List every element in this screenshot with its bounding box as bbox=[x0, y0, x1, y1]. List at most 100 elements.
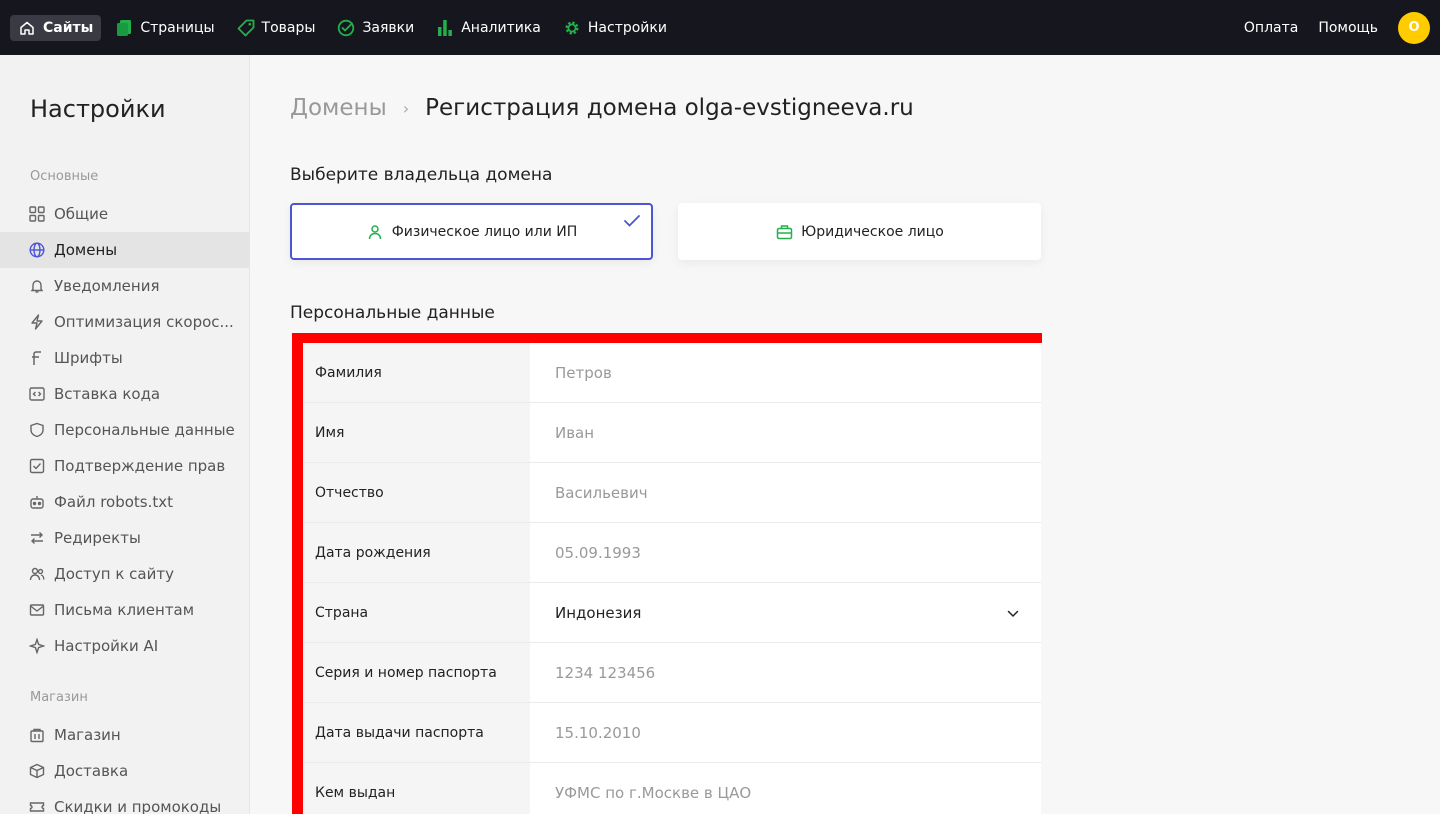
gear-icon bbox=[563, 19, 581, 37]
patronymic-input[interactable]: Васильевич bbox=[530, 463, 1041, 522]
surname-input[interactable]: Петров bbox=[530, 343, 1041, 402]
sidebar-item-label: Настройки AI bbox=[54, 637, 159, 655]
sidebar-item-site-access[interactable]: Доступ к сайту bbox=[0, 556, 249, 592]
sidebar-item-label: Письма клиентам bbox=[54, 601, 195, 619]
passport-number-input[interactable]: 1234 123456 bbox=[530, 643, 1041, 702]
breadcrumb-domains-link[interactable]: Домены bbox=[290, 95, 387, 121]
nav-products-label: Товары bbox=[261, 19, 316, 36]
field-label: Дата рождения bbox=[303, 523, 530, 582]
sidebar-item-label: Доступ к сайту bbox=[54, 565, 174, 583]
field-label: Дата выдачи паспорта bbox=[303, 703, 530, 762]
sidebar-item-discounts[interactable]: Скидки и промокоды bbox=[0, 789, 249, 814]
owner-individual-label: Физическое лицо или ИП bbox=[391, 223, 578, 240]
sidebar-group-shop: Магазин bbox=[30, 690, 88, 705]
field-label: Фамилия bbox=[303, 343, 530, 402]
sidebar-item-label: Файл robots.txt bbox=[54, 493, 174, 511]
requests-icon bbox=[337, 19, 355, 37]
field-row-passport-date: Дата выдачи паспорта 15.10.2010 bbox=[303, 703, 1041, 763]
nav-analytics[interactable]: Аналитика bbox=[428, 15, 549, 41]
store-icon bbox=[28, 726, 46, 744]
sidebar-item-client-letters[interactable]: Письма клиентам bbox=[0, 592, 249, 628]
tag-icon bbox=[237, 19, 255, 37]
code-icon bbox=[28, 385, 46, 403]
lightning-icon bbox=[28, 313, 46, 331]
shield-icon bbox=[28, 421, 46, 439]
breadcrumb: Домены › Регистрация домена olga-evstign… bbox=[290, 95, 914, 121]
sidebar-item-rights-confirmation[interactable]: Подтверждение прав bbox=[0, 448, 249, 484]
field-row-issued-by: Кем выдан УФМС по г.Москве в ЦАО bbox=[303, 763, 1041, 814]
chevron-right-icon: › bbox=[402, 98, 410, 118]
field-label: Имя bbox=[303, 403, 530, 462]
analytics-icon bbox=[436, 19, 454, 37]
sidebar-item-label: Скидки и промокоды bbox=[54, 798, 222, 814]
passport-date-input[interactable]: 15.10.2010 bbox=[530, 703, 1041, 762]
box-icon bbox=[28, 762, 46, 780]
sidebar-group-main: Основные bbox=[30, 169, 99, 184]
ai-icon bbox=[28, 637, 46, 655]
sidebar-item-personal-data[interactable]: Персональные данные bbox=[0, 412, 249, 448]
nav-settings[interactable]: Настройки bbox=[555, 15, 675, 41]
owner-heading: Выберите владельца домена bbox=[290, 165, 553, 185]
field-row-country: Страна Индонезия bbox=[303, 583, 1041, 643]
person-icon bbox=[366, 223, 384, 241]
nav-requests[interactable]: Заявки bbox=[329, 15, 422, 41]
field-row-patronymic: Отчество Васильевич bbox=[303, 463, 1041, 523]
sidebar-item-code-insert[interactable]: Вставка кода bbox=[0, 376, 249, 412]
country-select[interactable]: Индонезия bbox=[530, 583, 1041, 642]
users-icon bbox=[28, 565, 46, 583]
sidebar-item-redirects[interactable]: Редиректы bbox=[0, 520, 249, 556]
sidebar-item-delivery[interactable]: Доставка bbox=[0, 753, 249, 789]
nav-requests-label: Заявки bbox=[362, 19, 415, 36]
personal-data-form-area: Фамилия Петров Имя Иван Отчество Василье… bbox=[290, 333, 1042, 814]
owner-company-label: Юридическое лицо bbox=[801, 223, 944, 240]
nav-settings-label: Настройки bbox=[587, 19, 667, 36]
sidebar-title: Настройки bbox=[30, 95, 166, 123]
birthdate-input[interactable]: 05.09.1993 bbox=[530, 523, 1041, 582]
field-row-passport-number: Серия и номер паспорта 1234 123456 bbox=[303, 643, 1041, 703]
avatar[interactable]: O bbox=[1398, 11, 1430, 44]
sidebar-item-robots[interactable]: Файл robots.txt bbox=[0, 484, 249, 520]
issued-by-input[interactable]: УФМС по г.Москве в ЦАО bbox=[530, 763, 1041, 814]
sidebar-item-label: Доставка bbox=[54, 762, 129, 780]
country-select-value: Индонезия bbox=[555, 603, 642, 622]
mail-icon bbox=[28, 601, 46, 619]
sidebar-item-label: Домены bbox=[54, 241, 118, 259]
nav-analytics-label: Аналитика bbox=[461, 19, 541, 36]
bell-icon bbox=[28, 277, 46, 295]
sidebar-item-speed-optimization[interactable]: Оптимизация скорос... bbox=[0, 304, 249, 340]
sidebar-item-shop[interactable]: Магазин bbox=[0, 717, 249, 753]
nav-sites-label: Сайты bbox=[43, 19, 94, 36]
ticket-icon bbox=[28, 798, 46, 814]
sidebar-item-general[interactable]: Общие bbox=[0, 196, 249, 232]
briefcase-icon bbox=[775, 223, 793, 241]
personal-data-heading: Персональные данные bbox=[290, 303, 495, 323]
page-title: Регистрация домена olga-evstigneeva.ru bbox=[425, 95, 914, 121]
sidebar-item-label: Шрифты bbox=[54, 349, 123, 367]
sidebar-item-label: Уведомления bbox=[54, 277, 160, 295]
sidebar-item-label: Вставка кода bbox=[54, 385, 161, 403]
owner-company-option[interactable]: Юридическое лицо bbox=[678, 203, 1041, 260]
checkmark-icon bbox=[623, 214, 641, 232]
field-label: Кем выдан bbox=[303, 763, 530, 814]
nav-pages[interactable]: Страницы bbox=[107, 15, 222, 41]
payment-link[interactable]: Оплата bbox=[1244, 20, 1298, 36]
chevron-down-icon bbox=[1007, 604, 1019, 622]
sidebar-item-domains[interactable]: Домены bbox=[0, 232, 249, 268]
personal-data-form: Фамилия Петров Имя Иван Отчество Василье… bbox=[303, 343, 1041, 814]
field-label: Серия и номер паспорта bbox=[303, 643, 530, 702]
nav-sites[interactable]: Сайты bbox=[10, 14, 102, 41]
grid-icon bbox=[28, 205, 46, 223]
name-input[interactable]: Иван bbox=[530, 403, 1041, 462]
nav-products[interactable]: Товары bbox=[229, 15, 324, 41]
sidebar-item-ai-settings[interactable]: Настройки AI bbox=[0, 628, 249, 664]
sidebar-item-label: Оптимизация скорос... bbox=[54, 313, 234, 331]
field-row-name: Имя Иван bbox=[303, 403, 1041, 463]
pages-icon bbox=[115, 19, 133, 37]
help-link[interactable]: Помощь bbox=[1318, 20, 1378, 36]
sidebar-item-label: Персональные данные bbox=[54, 421, 235, 439]
owner-individual-option[interactable]: Физическое лицо или ИП bbox=[290, 203, 653, 260]
sidebar-item-notifications[interactable]: Уведомления bbox=[0, 268, 249, 304]
sidebar-item-label: Магазин bbox=[54, 726, 121, 744]
field-row-birthdate: Дата рождения 05.09.1993 bbox=[303, 523, 1041, 583]
sidebar-item-fonts[interactable]: Шрифты bbox=[0, 340, 249, 376]
